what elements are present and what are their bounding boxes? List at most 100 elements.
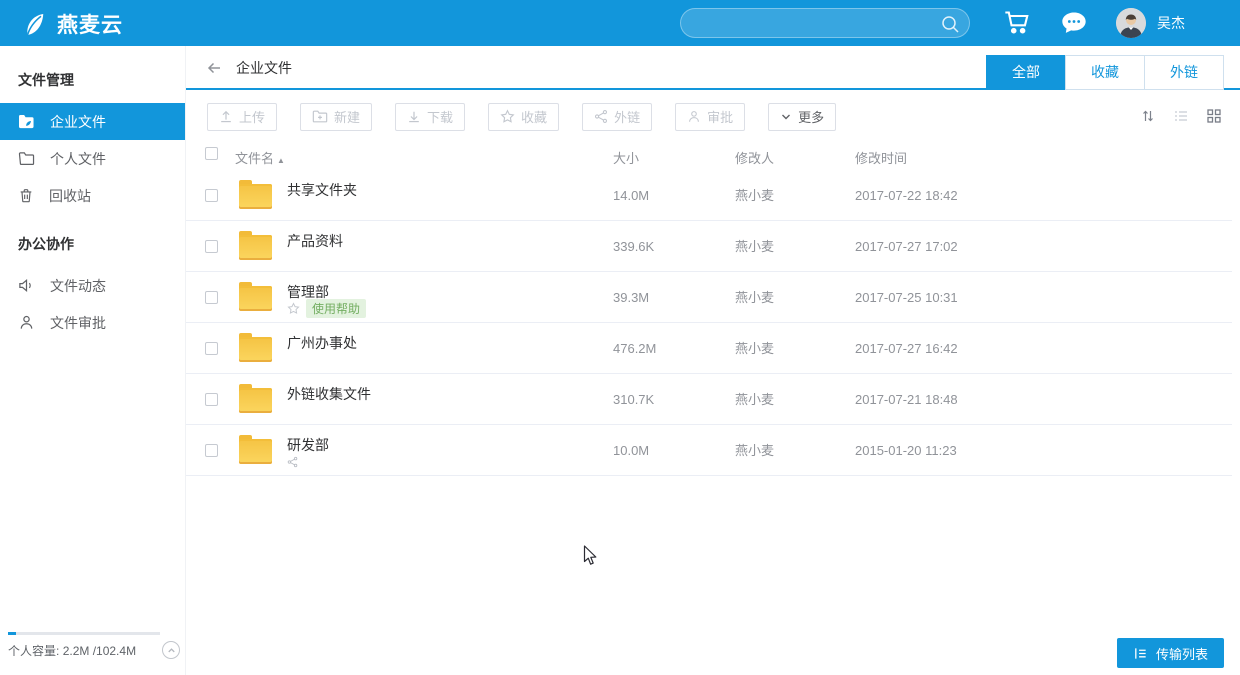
sidebar-item-recycle-bin[interactable]: 回收站 — [0, 177, 185, 214]
capacity-indicator: 个人容量: 2.2M /102.4M — [8, 632, 180, 659]
shared-icon — [287, 456, 298, 468]
more-button[interactable]: 更多 — [768, 103, 836, 131]
help-badge[interactable]: 使用帮助 — [306, 299, 366, 318]
external-link-button[interactable]: 外链 — [582, 103, 652, 131]
folder-icon — [239, 286, 272, 311]
row-checkbox[interactable] — [205, 291, 218, 304]
chat-icon[interactable] — [1060, 9, 1088, 37]
transfer-list-button[interactable]: 传输列表 — [1117, 638, 1224, 668]
folder-icon — [239, 439, 272, 464]
table-row[interactable]: 外链收集文件 310.7K 燕小麦 2017-07-21 18:48 — [186, 374, 1232, 425]
folder-icon — [239, 388, 272, 413]
table-row[interactable]: 研发部 10.0M 燕小麦 2015-01-20 11:23 — [186, 425, 1232, 476]
sidebar-item-label: 个人文件 — [50, 149, 106, 169]
file-name[interactable]: 研发部 — [287, 435, 329, 455]
button-label: 更多 — [798, 107, 824, 126]
approve-button[interactable]: 审批 — [675, 103, 745, 131]
main-content: 企业文件 全部 收藏 外链 上传 新建 下载 收藏 外链 审批 — [186, 46, 1240, 675]
sort-icon[interactable] — [1140, 108, 1156, 124]
row-checkbox[interactable] — [205, 189, 218, 202]
file-size: 14.0M — [613, 170, 649, 221]
search-icon[interactable] — [940, 14, 960, 34]
favorite-button[interactable]: 收藏 — [488, 103, 559, 131]
file-modifier: 燕小麦 — [735, 221, 774, 272]
column-header-size[interactable]: 大小 — [613, 148, 639, 167]
sort-ascending-icon: ▲ — [277, 156, 285, 165]
file-modifier: 燕小麦 — [735, 374, 774, 425]
sidebar-item-file-approval[interactable]: 文件审批 — [0, 304, 185, 341]
search-input[interactable] — [695, 9, 935, 37]
grid-view-icon[interactable] — [1206, 108, 1222, 124]
table-row[interactable]: 共享文件夹 14.0M 燕小麦 2017-07-22 18:42 — [186, 170, 1232, 221]
chevron-up-icon[interactable] — [162, 641, 180, 659]
file-modifier: 燕小麦 — [735, 170, 774, 221]
sidebar-item-label: 文件审批 — [50, 313, 106, 333]
file-size: 39.3M — [613, 272, 649, 323]
sidebar-item-personal-files[interactable]: 个人文件 — [0, 140, 185, 177]
column-header-time[interactable]: 修改时间 — [855, 148, 907, 167]
button-label: 审批 — [707, 107, 733, 126]
list-view-icon[interactable] — [1173, 108, 1189, 124]
file-modifier: 燕小麦 — [735, 272, 774, 323]
search-box[interactable] — [680, 8, 970, 38]
folder-icon — [239, 235, 272, 260]
leaf-logo-icon — [20, 11, 47, 38]
brand-name: 燕麦云 — [57, 9, 123, 39]
transfer-list-icon — [1133, 646, 1148, 661]
user-avatar[interactable] — [1116, 8, 1146, 38]
file-size: 476.2M — [613, 323, 656, 374]
chevron-down-icon — [780, 111, 792, 123]
new-folder-button[interactable]: 新建 — [300, 103, 372, 131]
file-name[interactable]: 产品资料 — [287, 231, 343, 251]
enterprise-folder-icon — [18, 114, 35, 129]
row-checkbox[interactable] — [205, 342, 218, 355]
sidebar-section-collaboration: 办公协作 — [18, 234, 185, 254]
person-stamp-icon — [18, 314, 35, 331]
button-label: 收藏 — [521, 107, 547, 126]
table-row[interactable]: 管理部 使用帮助 39.3M 燕小麦 2017-07-25 10:31 — [186, 272, 1232, 323]
row-checkbox[interactable] — [205, 393, 218, 406]
table-row[interactable]: 广州办事处 476.2M 燕小麦 2017-07-27 16:42 — [186, 323, 1232, 374]
sidebar-item-file-activity[interactable]: 文件动态 — [0, 267, 185, 304]
download-icon — [407, 109, 421, 124]
file-name[interactable]: 外链收集文件 — [287, 384, 371, 404]
toolbar: 上传 新建 下载 收藏 外链 审批 更多 — [186, 90, 1240, 143]
capacity-value: 2.2M /102.4M — [63, 644, 136, 658]
row-checkbox[interactable] — [205, 240, 218, 253]
row-checkbox[interactable] — [205, 444, 218, 457]
back-arrow-icon[interactable] — [205, 59, 223, 77]
star-icon — [287, 302, 300, 315]
button-label: 下载 — [427, 107, 453, 126]
capacity-label: 个人容量: — [8, 644, 59, 658]
sidebar-item-enterprise-files[interactable]: 企业文件 — [0, 103, 185, 140]
capacity-bar — [8, 632, 160, 635]
approve-icon — [687, 109, 701, 124]
file-time: 2017-07-22 18:42 — [855, 170, 958, 221]
folder-icon — [239, 337, 272, 362]
file-time: 2017-07-21 18:48 — [855, 374, 958, 425]
file-modifier: 燕小麦 — [735, 323, 774, 374]
upload-button[interactable]: 上传 — [207, 103, 277, 131]
folder-icon — [239, 184, 272, 209]
table-row[interactable]: 产品资料 339.6K 燕小麦 2017-07-27 17:02 — [186, 221, 1232, 272]
column-header-modifier[interactable]: 修改人 — [735, 148, 774, 167]
file-name[interactable]: 共享文件夹 — [287, 180, 357, 200]
file-modifier: 燕小麦 — [735, 425, 774, 476]
upload-icon — [219, 109, 233, 124]
capacity-bar-fill — [8, 632, 16, 635]
sidebar-section-file-management: 文件管理 — [18, 70, 185, 90]
tab-external-links[interactable]: 外链 — [1144, 55, 1224, 90]
column-header-name[interactable]: 文件名▲ — [235, 148, 285, 167]
filter-tabs: 全部 收藏 外链 — [987, 55, 1224, 90]
file-time: 2017-07-25 10:31 — [855, 272, 958, 323]
username[interactable]: 吴杰 — [1157, 0, 1185, 46]
sidebar-item-label: 回收站 — [49, 186, 91, 206]
select-all-checkbox[interactable] — [205, 147, 218, 160]
new-folder-icon — [312, 109, 328, 124]
topbar: 燕麦云 吴杰 — [0, 0, 1240, 46]
cart-icon[interactable] — [1003, 9, 1031, 37]
tab-favorites[interactable]: 收藏 — [1065, 55, 1145, 90]
download-button[interactable]: 下载 — [395, 103, 465, 131]
file-name[interactable]: 广州办事处 — [287, 333, 357, 353]
tab-all[interactable]: 全部 — [986, 55, 1066, 90]
